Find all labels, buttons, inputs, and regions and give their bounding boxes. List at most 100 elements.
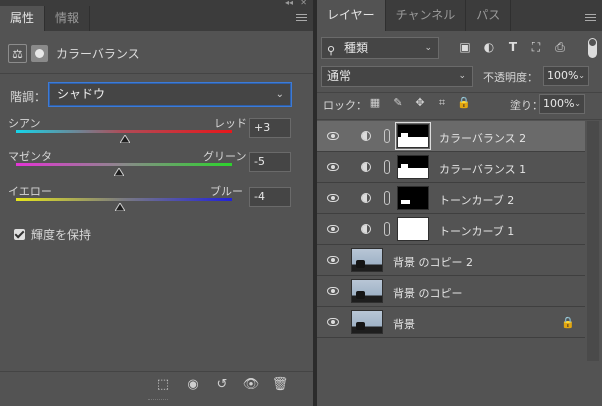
filter-kind-select[interactable]: ⚲ 種類 ⌄ [321, 37, 439, 59]
chevron-down-icon: ⌄ [578, 71, 585, 80]
opacity-value: 100% [547, 69, 579, 82]
tab-properties[interactable]: 属性 [0, 6, 46, 31]
lock-artboard-icon[interactable]: ⌗ [435, 96, 449, 110]
layer-name[interactable]: トーンカーブ 2 [439, 192, 514, 208]
view-previous-state-icon[interactable]: ◉ [183, 376, 203, 394]
layer-thumbnail[interactable] [351, 310, 383, 334]
fill-value: 100% [543, 97, 575, 110]
magenta-green-slider-track[interactable] [16, 163, 232, 166]
lock-icon[interactable]: 🔒 [561, 316, 575, 329]
divider [317, 119, 602, 120]
properties-header: ⚖ カラーバランス [8, 44, 140, 63]
adjustment-layer-filter-icon[interactable]: ◐ [482, 40, 496, 54]
layer-name[interactable]: 背景 のコピー [393, 285, 463, 301]
layer-name[interactable]: トーンカーブ 1 [439, 223, 514, 239]
layer-name[interactable]: カラーバランス 1 [439, 161, 526, 177]
clip-to-layer-icon[interactable]: ⬚ [153, 376, 173, 394]
tab-layers[interactable]: レイヤー [317, 0, 386, 31]
filter-toggle[interactable] [588, 38, 597, 58]
blend-mode-value: 通常 [327, 69, 352, 83]
layer-mask-thumbnail[interactable] [397, 217, 429, 241]
layer-mask-icon[interactable] [31, 45, 48, 62]
cyan-red-slider-thumb[interactable] [119, 135, 130, 143]
mask-shape [398, 156, 428, 170]
cyan-red-value-input[interactable]: +3 [249, 118, 291, 138]
layer-row[interactable]: 背景 🔒 [317, 307, 585, 338]
car-silhouette [356, 291, 365, 299]
shape-layer-filter-icon[interactable]: ⛶ [529, 40, 543, 54]
resize-grip[interactable] [148, 399, 168, 402]
layer-mask-thumbnail[interactable] [395, 122, 431, 150]
car-silhouette [356, 322, 365, 330]
tone-select-value: シャドウ [57, 87, 106, 101]
lock-image-pixels-icon[interactable]: ✎ [391, 96, 405, 110]
tab-paths[interactable]: パス [466, 0, 512, 31]
blend-mode-select[interactable]: 通常 ⌄ [321, 66, 473, 87]
eye-icon[interactable] [327, 225, 339, 233]
layer-row[interactable]: 背景 のコピー [317, 276, 585, 307]
layer-thumbnail[interactable] [351, 279, 383, 303]
lock-all-icon[interactable]: 🔒 [457, 96, 471, 110]
cyan-label: シアン [8, 117, 41, 130]
mask-shape [398, 133, 428, 147]
reset-icon[interactable]: ↺ [212, 376, 232, 394]
layer-row[interactable]: 背景 のコピー 2 [317, 245, 585, 276]
opacity-input[interactable]: 100% ⌄ [543, 66, 589, 86]
layer-row[interactable]: トーンカーブ 1 [317, 214, 585, 245]
color-balance-adjustment-icon [361, 162, 371, 172]
preserve-luminosity-label: 輝度を保持 [31, 228, 92, 242]
eye-icon[interactable] [327, 256, 339, 264]
tab-channels[interactable]: チャンネル [386, 0, 467, 31]
lock-position-icon[interactable]: ✥ [413, 96, 427, 110]
tab-info[interactable]: 情報 [45, 6, 91, 31]
divider [317, 92, 602, 93]
preserve-luminosity-checkbox[interactable]: 輝度を保持 [14, 226, 91, 243]
layer-name[interactable]: 背景 のコピー 2 [393, 254, 473, 270]
link-icon[interactable] [384, 222, 390, 236]
layer-mask-thumbnail[interactable] [397, 186, 429, 210]
fill-input[interactable]: 100% ⌄ [539, 94, 585, 114]
green-label: グリーン [203, 150, 247, 163]
yellow-blue-slider-track[interactable] [16, 198, 232, 201]
eye-icon[interactable] [327, 163, 339, 171]
color-balance-adjustment-icon [361, 131, 371, 141]
layer-name[interactable]: カラーバランス 2 [439, 130, 526, 146]
type-layer-filter-icon[interactable]: T [506, 40, 520, 54]
smart-object-filter-icon[interactable]: ⎙ [553, 40, 567, 54]
red-label: レッド [214, 117, 247, 130]
pixel-layer-filter-icon[interactable]: ▣ [458, 40, 472, 54]
layer-row[interactable]: カラーバランス 1 [317, 152, 585, 183]
cyan-red-slider-track[interactable] [16, 130, 232, 133]
layers-panel-menu-icon[interactable] [585, 14, 596, 22]
layer-mask-thumbnail[interactable] [397, 155, 429, 179]
tone-select[interactable]: シャドウ ⌄ [48, 82, 292, 107]
visibility-icon[interactable]: 👁 [241, 376, 261, 394]
layer-name[interactable]: 背景 [393, 316, 415, 332]
link-icon[interactable] [384, 191, 390, 205]
eye-icon[interactable] [327, 318, 339, 326]
link-icon[interactable] [384, 129, 390, 143]
properties-panel-menu-icon[interactable] [296, 14, 307, 22]
eye-icon[interactable] [327, 287, 339, 295]
car-silhouette [356, 260, 365, 268]
eye-icon[interactable] [327, 194, 339, 202]
magenta-green-slider-thumb[interactable] [113, 168, 124, 176]
checkbox-checked-icon [14, 229, 25, 240]
layer-thumbnail[interactable] [351, 248, 383, 272]
layer-filter-row: ⚲ 種類 ⌄ ▣ ◐ T ⛶ ⎙ [321, 37, 598, 61]
yellow-blue-value-input[interactable]: -4 [249, 187, 291, 207]
chevron-down-icon: ⌄ [424, 43, 432, 53]
yellow-blue-slider-thumb[interactable] [114, 203, 125, 211]
trash-icon[interactable]: 🗑 [270, 376, 290, 394]
layer-list-scrollbar[interactable] [587, 121, 599, 361]
layer-row[interactable]: トーンカーブ 2 [317, 183, 585, 214]
magenta-label: マゼンタ [8, 150, 52, 163]
magenta-green-value-input[interactable]: -5 [249, 152, 291, 172]
layers-panel: レイヤー チャンネル パス ⚲ 種類 ⌄ ▣ ◐ T ⛶ ⎙ 通常 ⌄ 不透明度… [317, 0, 602, 406]
layer-row[interactable]: カラーバランス 2 [317, 121, 585, 152]
adjustment-title: カラーバランス [56, 47, 140, 61]
lock-transparent-pixels-icon[interactable]: ▦ [368, 96, 382, 110]
link-icon[interactable] [384, 160, 390, 174]
tone-label: 階調： [10, 90, 47, 104]
eye-icon[interactable] [327, 132, 339, 140]
